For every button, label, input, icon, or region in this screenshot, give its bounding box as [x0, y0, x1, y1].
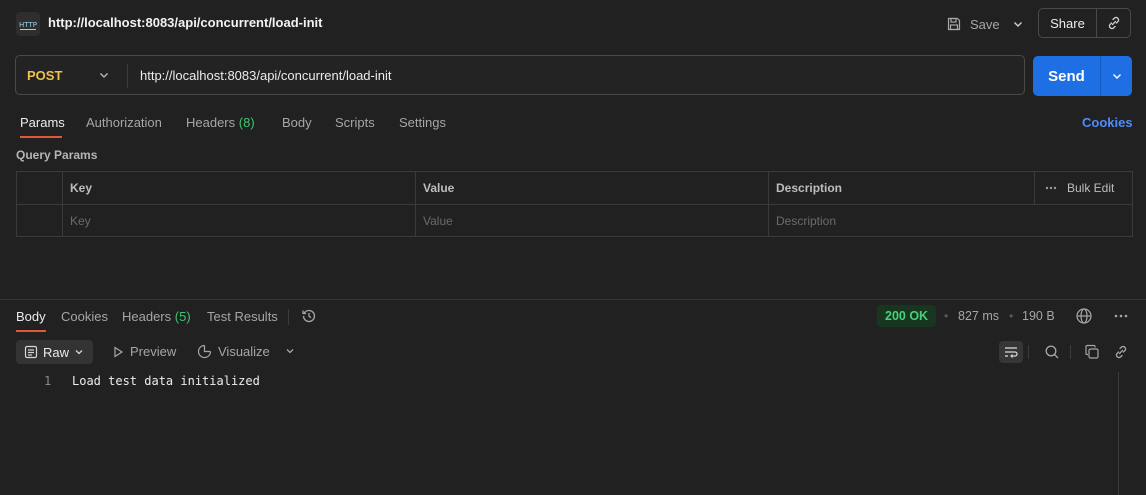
tab-body[interactable]: Body [282, 115, 312, 130]
divider [1070, 345, 1071, 359]
copy-icon [1084, 344, 1100, 360]
description-input[interactable]: Description [768, 205, 1132, 237]
cookies-link[interactable]: Cookies [1082, 115, 1133, 130]
response-tab-cookies[interactable]: Cookies [61, 309, 108, 324]
response-tab-test-results[interactable]: Test Results [207, 309, 278, 324]
wrap-icon [1003, 345, 1019, 359]
url-bar: POST http://localhost:8083/api/concurren… [15, 55, 1025, 95]
column-header-description: Description [768, 172, 1034, 204]
key-input[interactable]: Key [62, 205, 415, 237]
query-params-label: Query Params [16, 148, 98, 162]
tab-authorization[interactable]: Authorization [86, 115, 162, 130]
save-label: Save [970, 16, 1000, 32]
table-header-row: Key Value Description Bulk Edit [17, 172, 1132, 204]
visualize-label: Visualize [218, 344, 270, 359]
tab-scripts[interactable]: Scripts [335, 115, 375, 130]
chevron-down-icon[interactable] [285, 346, 295, 356]
divider [288, 309, 289, 325]
tab-headers[interactable]: Headers (8) [186, 115, 255, 130]
chevron-down-icon [74, 347, 84, 357]
preview-button[interactable]: Preview [112, 344, 176, 359]
more-horizontal-icon[interactable] [1114, 314, 1128, 318]
url-input[interactable]: http://localhost:8083/api/concurrent/loa… [140, 68, 392, 83]
save-button[interactable]: Save [946, 13, 1000, 35]
search-button[interactable] [1040, 341, 1064, 363]
chevron-down-icon [1111, 70, 1123, 82]
copy-link-button[interactable] [1097, 9, 1130, 37]
table-row: Key Value Description [17, 204, 1132, 237]
visualize-button[interactable]: Visualize [197, 344, 270, 359]
save-options-button[interactable] [1008, 13, 1028, 35]
status-badge[interactable]: 200 OK [877, 305, 937, 327]
bulk-edit-label: Bulk Edit [1067, 181, 1115, 195]
response-divider[interactable] [0, 299, 1146, 300]
link-button[interactable] [1109, 341, 1133, 363]
save-icon [946, 16, 962, 32]
active-tab-indicator [16, 330, 46, 332]
divider [127, 64, 128, 88]
column-header-value: Value [415, 172, 768, 204]
line-number: 1 [44, 374, 52, 388]
response-tab-body[interactable]: Body [16, 309, 46, 324]
http-icon: HTTP [16, 12, 40, 36]
method-select[interactable]: POST [27, 68, 62, 83]
request-title[interactable]: http://localhost:8083/api/concurrent/loa… [48, 15, 322, 30]
more-horizontal-icon [1045, 186, 1057, 190]
link-icon [1106, 15, 1122, 31]
preview-label: Preview [130, 344, 177, 359]
raw-icon [24, 345, 38, 359]
send-group: Send [1033, 56, 1132, 96]
tab-headers-label: Headers [186, 115, 236, 130]
response-tab-headers[interactable]: Headers (5) [122, 309, 191, 324]
scrollbar[interactable] [1118, 372, 1119, 495]
separator-dot: • [944, 309, 949, 323]
svg-text:HTTP: HTTP [19, 21, 37, 29]
share-group: Share [1038, 8, 1131, 38]
response-tab-headers-label: Headers [122, 309, 172, 324]
play-icon [112, 345, 124, 358]
history-icon[interactable] [300, 307, 318, 325]
value-input[interactable]: Value [415, 205, 768, 237]
tab-settings[interactable]: Settings [399, 115, 446, 130]
tab-params[interactable]: Params [20, 115, 65, 130]
bulk-edit-button[interactable]: Bulk Edit [1034, 172, 1132, 204]
response-time[interactable]: 827 ms [958, 309, 999, 323]
visualize-icon [197, 344, 212, 359]
response-size[interactable]: 190 B [1022, 309, 1055, 323]
response-headers-count: (5) [174, 309, 191, 324]
search-icon [1044, 344, 1060, 360]
wrap-lines-button[interactable] [999, 341, 1023, 363]
copy-button[interactable] [1080, 341, 1104, 363]
active-tab-indicator [20, 136, 62, 138]
checkbox-column [17, 172, 62, 204]
share-button[interactable]: Share [1039, 9, 1097, 37]
column-header-key: Key [62, 172, 415, 204]
raw-label: Raw [43, 344, 70, 360]
row-checkbox-cell [17, 205, 62, 237]
separator-dot: • [1009, 309, 1014, 323]
headers-count: (8) [238, 115, 255, 130]
query-params-table: Key Value Description Bulk Edit Key Valu… [16, 171, 1133, 237]
send-button[interactable]: Send [1033, 56, 1101, 96]
send-options-button[interactable] [1101, 56, 1132, 96]
response-body-line[interactable]: Load test data initialized [72, 374, 260, 388]
link-icon [1113, 344, 1129, 360]
divider [1028, 345, 1029, 359]
globe-icon[interactable] [1075, 307, 1093, 325]
chevron-down-icon[interactable] [98, 69, 110, 81]
chevron-down-icon [1012, 18, 1024, 30]
raw-format-button[interactable]: Raw [16, 340, 93, 364]
